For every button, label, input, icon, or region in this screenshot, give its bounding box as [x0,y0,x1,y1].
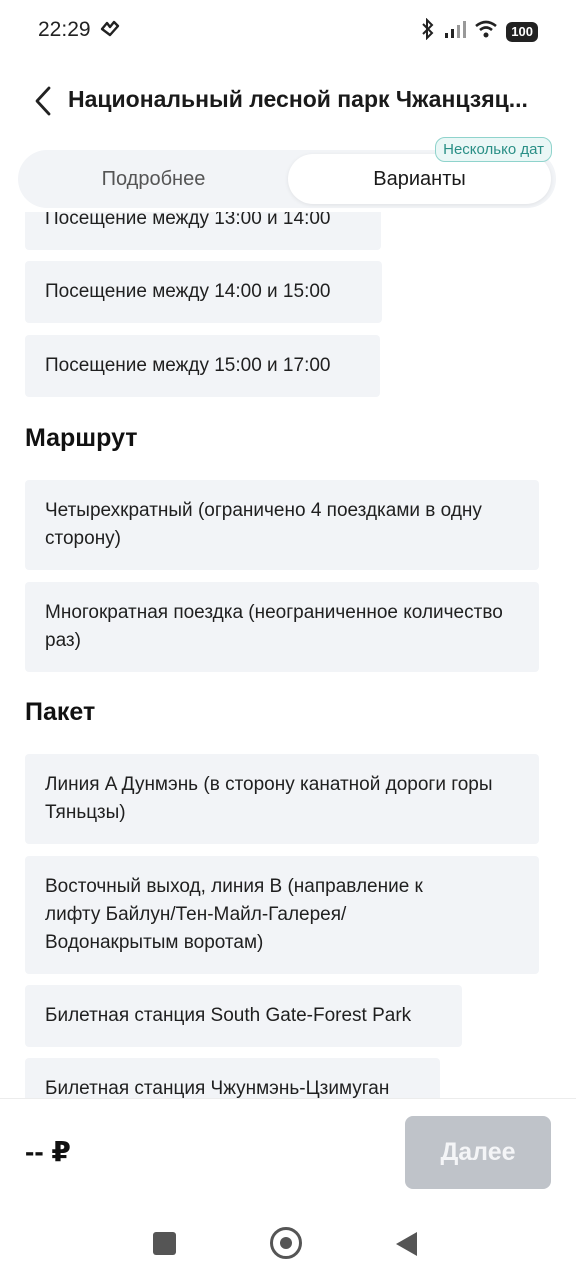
route-option-2[interactable]: Многократная поездка (неограниченное кол… [25,582,539,672]
recent-apps-icon[interactable] [153,1232,176,1255]
page-title: Национальный лесной парк Чжанцзяц... [68,86,528,112]
status-bar: 22:29 100 [0,0,576,60]
time-option-3[interactable]: Посещение между 15:00 и 17:00 [25,335,380,397]
heart-pulse-icon [100,20,120,43]
route-option-1[interactable]: Четырехкратный (ограничено 4 поездками в… [25,480,539,570]
header: Национальный лесной парк Чжанцзяц... [0,76,576,124]
home-dot [280,1237,292,1249]
status-time: 22:29 [38,18,91,41]
wifi-icon [474,19,498,44]
bottom-bar: -- ₽ Далее [0,1098,576,1208]
package-option-4[interactable]: Билетная станция Чжунмэнь-Цзимуган [25,1058,440,1098]
options-list[interactable]: Посещение между 13:00 и 14:00 Посещение … [0,212,576,1098]
package-section-title: Пакет [25,698,96,726]
time-option-2[interactable]: Посещение между 14:00 и 15:00 [25,261,382,323]
signal-icon [444,19,467,44]
total-price: -- ₽ [25,1136,71,1167]
nav-back-icon[interactable] [396,1232,417,1256]
bluetooth-icon [420,17,436,45]
package-option-2[interactable]: Восточный выход, линия B (направление к … [25,856,539,974]
route-section-title: Маршрут [25,424,138,452]
home-icon[interactable] [270,1227,302,1259]
status-icons: 100 [420,17,538,45]
chevron-left-icon [35,86,51,116]
package-option-1[interactable]: Линия A Дунмэнь (в сторону канатной доро… [25,754,539,844]
package-option-3[interactable]: Билетная станция South Gate-Forest Park [25,985,462,1047]
multiple-dates-badge: Несколько дат [435,137,552,162]
tab-details[interactable]: Подробнее [22,154,285,204]
back-button[interactable] [28,84,58,118]
system-nav-bar [0,1208,576,1280]
screen: 22:29 100 Национальный лесной парк Чжанц… [0,0,576,1280]
time-option-1[interactable]: Посещение между 13:00 и 14:00 [25,212,381,250]
next-button[interactable]: Далее [405,1116,551,1189]
battery-icon: 100 [506,21,538,42]
